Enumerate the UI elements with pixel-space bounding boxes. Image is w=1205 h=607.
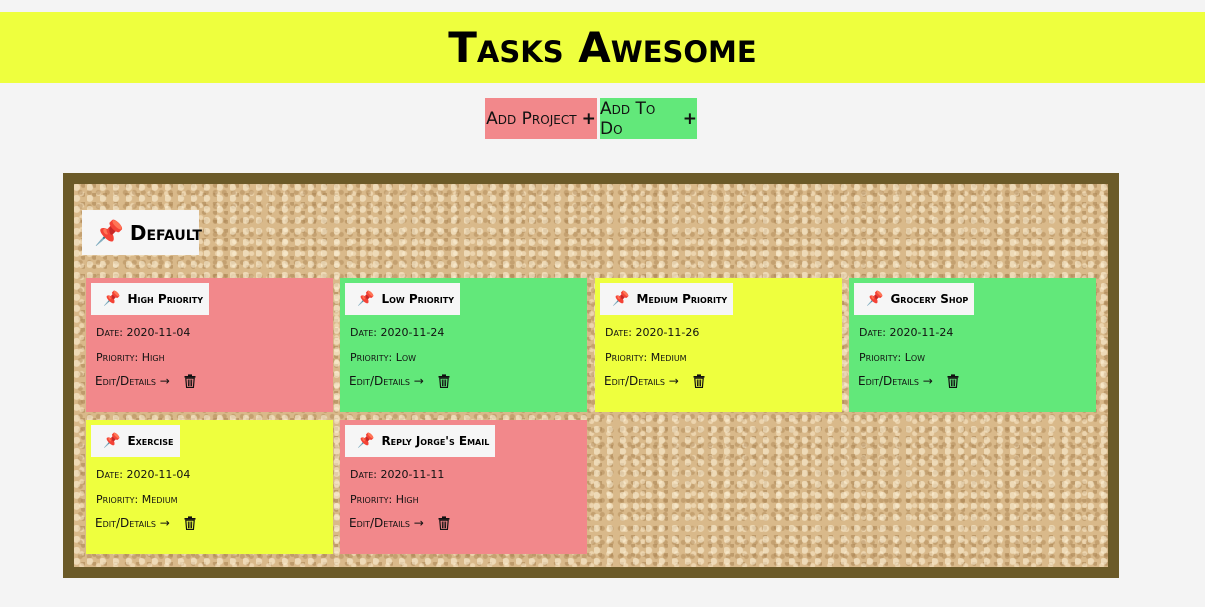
todo-title: 📌 Reply Jorge's Email [345, 425, 496, 457]
date-prefix: Date: [350, 468, 381, 481]
priority-value: Low [395, 351, 417, 364]
date-value: 2020-11-24 [889, 326, 954, 339]
pushpin-icon: 📌 [866, 291, 884, 307]
add-project-label: Add Project [486, 108, 577, 129]
date-prefix: Date: [605, 326, 636, 339]
edit-details-link[interactable]: Edit/Details → [95, 516, 170, 530]
priority-value: Medium [141, 493, 178, 506]
trash-icon[interactable] [184, 516, 196, 530]
todo-actions: Edit/Details → [349, 374, 582, 388]
trash-icon[interactable] [693, 374, 705, 388]
todo-priority: Priority: Low [350, 351, 582, 364]
todo-title: 📌 Exercise [91, 425, 180, 457]
todo-card: 📌 Medium Priority Date: 2020-11-26 Prior… [595, 278, 842, 412]
project-title: 📌 Default [82, 210, 202, 255]
todo-title-label: Low Priority [381, 292, 455, 306]
priority-value: High [395, 493, 419, 506]
todo-title-label: Grocery Shop [890, 292, 969, 306]
todo-title-label: Reply Jorge's Email [381, 434, 490, 448]
add-project-button[interactable]: Add Project + [485, 98, 597, 139]
date-value: 2020-11-04 [126, 326, 191, 339]
priority-value: Medium [650, 351, 687, 364]
priority-prefix: Priority: [859, 351, 905, 364]
toolbar: Add Project + Add To Do + [485, 98, 697, 139]
todo-title-label: Medium Priority [636, 292, 728, 306]
todo-actions: Edit/Details → [95, 374, 328, 388]
date-prefix: Date: [350, 326, 381, 339]
todo-card: 📌 Reply Jorge's Email Date: 2020-11-11 P… [340, 420, 587, 554]
trash-icon[interactable] [947, 374, 959, 388]
todo-actions: Edit/Details → [349, 516, 582, 530]
date-prefix: Date: [859, 326, 890, 339]
priority-prefix: Priority: [96, 351, 142, 364]
priority-prefix: Priority: [605, 351, 651, 364]
edit-details-link[interactable]: Edit/Details → [95, 374, 170, 388]
todo-actions: Edit/Details → [604, 374, 837, 388]
todo-date: Date: 2020-11-24 [859, 326, 1091, 339]
priority-value: Low [904, 351, 926, 364]
todo-priority: Priority: Medium [605, 351, 837, 364]
todo-card: 📌 Low Priority Date: 2020-11-24 Priority… [340, 278, 587, 412]
todo-card: 📌 Exercise Date: 2020-11-04 Priority: Me… [86, 420, 333, 554]
todo-date: Date: 2020-11-04 [96, 326, 328, 339]
pushpin-icon: 📌 [103, 291, 121, 307]
date-prefix: Date: [96, 468, 127, 481]
todo-actions: Edit/Details → [95, 516, 328, 530]
todo-priority: Priority: Medium [96, 493, 328, 506]
date-prefix: Date: [96, 326, 127, 339]
trash-icon[interactable] [184, 374, 196, 388]
priority-prefix: Priority: [96, 493, 142, 506]
edit-details-link[interactable]: Edit/Details → [604, 374, 679, 388]
project-name: Default [129, 220, 202, 245]
todo-date: Date: 2020-11-24 [350, 326, 582, 339]
pushpin-icon: 📌 [94, 218, 124, 247]
todo-title: 📌 Grocery Shop [854, 283, 975, 315]
date-value: 2020-11-26 [635, 326, 700, 339]
trash-icon[interactable] [438, 374, 450, 388]
pushpin-icon: 📌 [357, 433, 375, 449]
todo-date: Date: 2020-11-11 [350, 468, 582, 481]
edit-details-link[interactable]: Edit/Details → [349, 516, 424, 530]
pushpin-icon: 📌 [612, 291, 630, 307]
priority-prefix: Priority: [350, 351, 396, 364]
edit-details-link[interactable]: Edit/Details → [858, 374, 933, 388]
plus-icon: + [682, 108, 697, 129]
edit-details-link[interactable]: Edit/Details → [349, 374, 424, 388]
date-value: 2020-11-24 [380, 326, 445, 339]
trash-icon[interactable] [438, 516, 450, 530]
todo-priority: Priority: High [96, 351, 328, 364]
priority-prefix: Priority: [350, 493, 396, 506]
todo-card: 📌 Grocery Shop Date: 2020-11-24 Priority… [849, 278, 1096, 412]
todo-card: 📌 High Priority Date: 2020-11-04 Priorit… [86, 278, 333, 412]
todo-date: Date: 2020-11-04 [96, 468, 328, 481]
todo-title: 📌 High Priority [91, 283, 210, 315]
page-title: Tasks Awesome [448, 23, 757, 72]
todo-title: 📌 Medium Priority [600, 283, 734, 315]
app-header: Tasks Awesome [0, 12, 1205, 83]
cork-board: 📌 Default 📌 High Priority Date: 2020-11-… [63, 173, 1119, 578]
pushpin-icon: 📌 [357, 291, 375, 307]
date-value: 2020-11-11 [380, 468, 445, 481]
todo-title-label: Exercise [127, 434, 174, 448]
plus-icon: + [581, 108, 596, 129]
priority-value: High [141, 351, 165, 364]
pushpin-icon: 📌 [103, 433, 121, 449]
add-todo-button[interactable]: Add To Do + [600, 98, 697, 139]
todo-date: Date: 2020-11-26 [605, 326, 837, 339]
date-value: 2020-11-04 [126, 468, 191, 481]
todo-actions: Edit/Details → [858, 374, 1091, 388]
todo-priority: Priority: Low [859, 351, 1091, 364]
todo-priority: Priority: High [350, 493, 582, 506]
todo-title: 📌 Low Priority [345, 283, 461, 315]
add-todo-label: Add To Do [600, 98, 656, 139]
todo-title-label: High Priority [127, 292, 204, 306]
